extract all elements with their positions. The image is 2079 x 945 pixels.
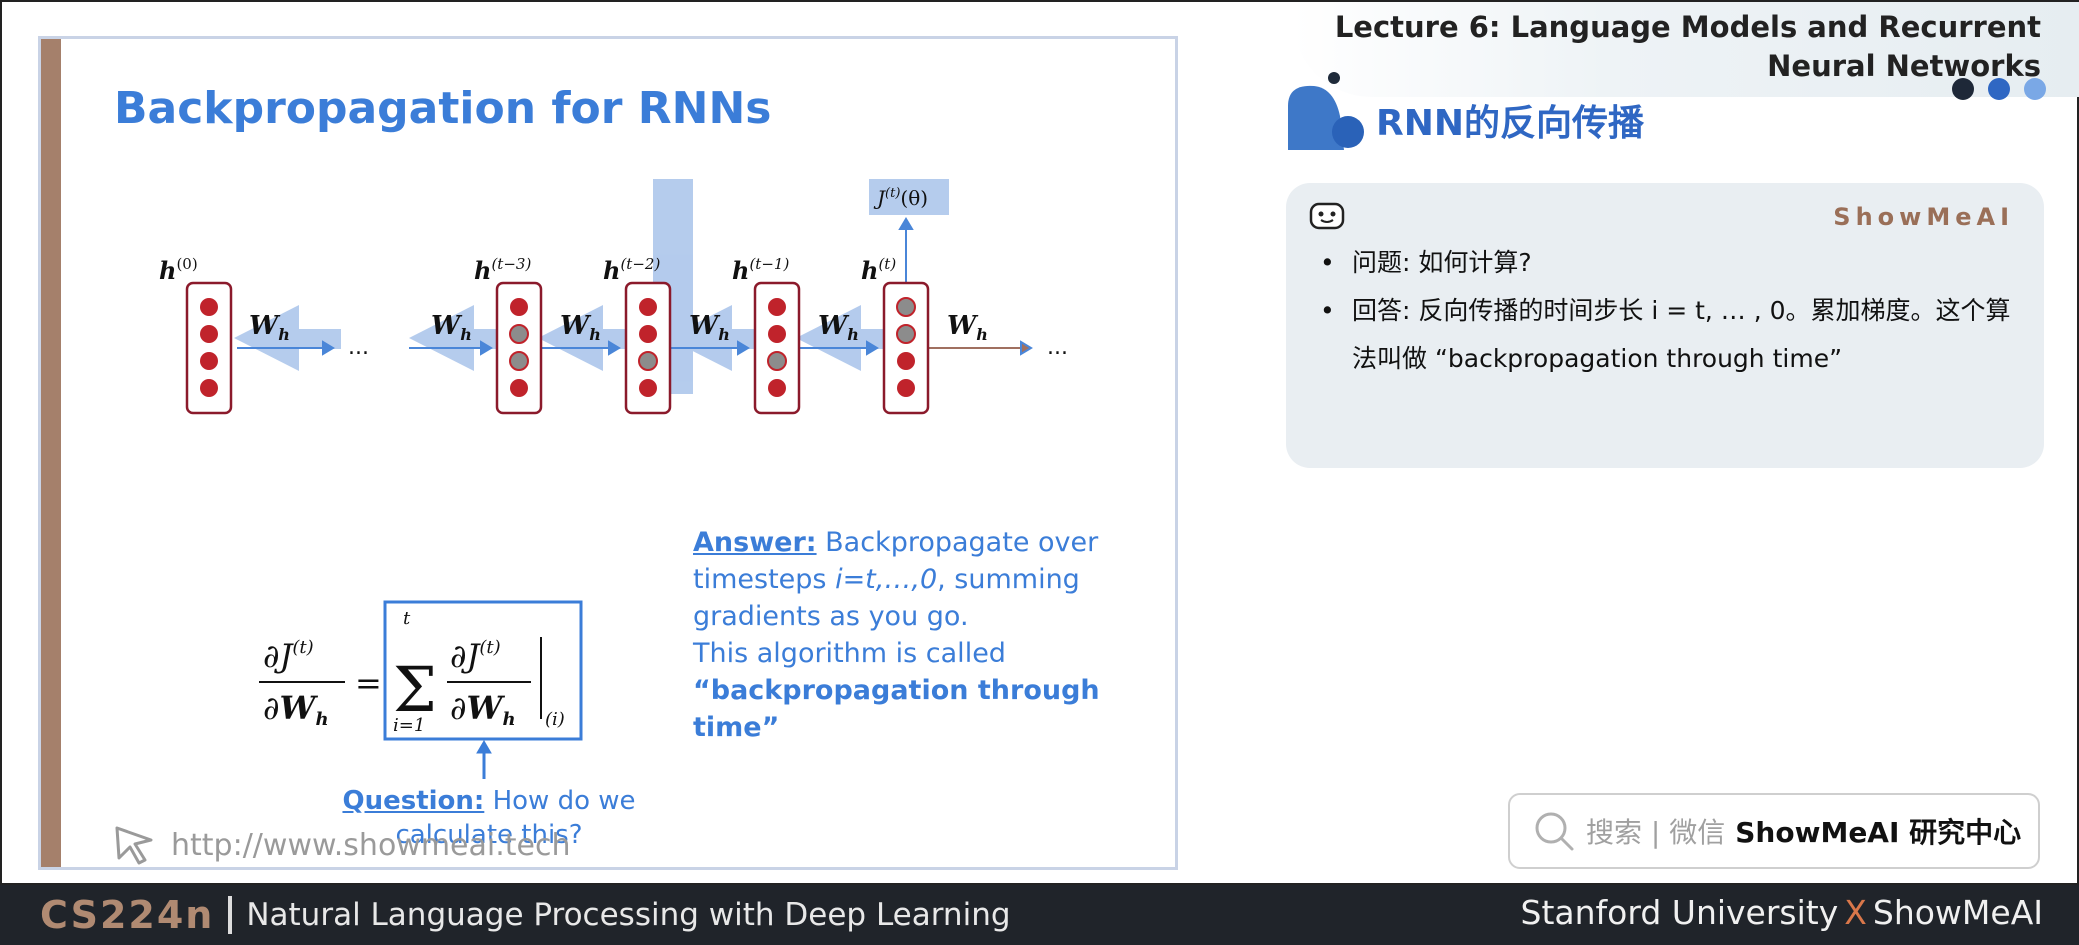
bullet-answer: 回答: 反向传播的时间步长 i = t, … , 0。累加梯度。这个算法叫做 “… — [1312, 287, 2012, 383]
search-box[interactable]: 搜索 | 微信 ShowMeAI 研究中心 — [1508, 793, 2040, 869]
footer-showmeai: ShowMeAI — [1872, 893, 2043, 932]
hidden-label-t-1: h(t−1) — [732, 255, 789, 285]
section-title: RNN的反向传播 — [1376, 103, 1644, 144]
hidden-state-t-3 — [495, 281, 543, 415]
section-decoration-icon — [1288, 72, 1364, 150]
question-head: Question: — [342, 786, 485, 816]
page-frame: Backpropagation for RNNs h(0) h(t−3) h(t… — [0, 0, 2079, 885]
footer-divider — [228, 896, 233, 934]
cursor-arrow-icon — [115, 826, 153, 865]
backprop-highlight — [234, 179, 949, 394]
hidden-state-t-1 — [753, 281, 801, 415]
footer-bar: CS224n Natural Language Processing with … — [0, 885, 2079, 945]
hidden-label-t: h(t) — [861, 255, 896, 285]
footer-brands: Stanford University X ShowMeAI — [1521, 893, 2043, 932]
card-brand: ShowMeAI — [1833, 203, 2014, 231]
footer-stanford: Stanford University — [1520, 893, 1839, 932]
ellipsis-right: ... — [1047, 335, 1068, 360]
loss-label: J(t)(θ) — [873, 186, 928, 210]
answer-line3: This algorithm is called — [693, 638, 1006, 669]
formula-numerator-left: ∂J(t) — [263, 637, 314, 675]
search-icon — [1535, 812, 1574, 851]
hidden-label-t-2: h(t−2) — [603, 255, 660, 285]
watermark-url: http://www.showmeai.tech — [171, 827, 571, 863]
hidden-state-0 — [185, 281, 233, 415]
weight-label-6: Wh — [947, 311, 988, 344]
hidden-label-0: h(0) — [159, 255, 198, 285]
robot-face-icon — [1309, 202, 1345, 230]
dot-light — [2024, 78, 2046, 100]
answer-text: Answer: Backpropagate over timesteps i=t… — [693, 524, 1153, 746]
search-brand: ShowMeAI 研究中心 — [1735, 816, 2022, 849]
explanation-card: ShowMeAI 问题: 如何计算? 回答: 反向传播的时间步长 i = t, … — [1286, 183, 2044, 468]
bullet-list: 问题: 如何计算? 回答: 反向传播的时间步长 i = t, … , 0。累加梯… — [1312, 239, 2012, 383]
footer-x: X — [1844, 893, 1867, 932]
ellipsis-left: ... — [348, 335, 369, 360]
answer-head: Answer: — [693, 527, 817, 558]
gradient-formula: ∂J(t) ∂Wh = t Σ i=1 ∂J(t) ∂Wh (i) — [259, 600, 583, 741]
answer-bold: “backpropagation through time” — [693, 675, 1100, 743]
header-dots — [1952, 78, 2046, 100]
sum-bottom: i=1 — [393, 715, 425, 736]
dot-dark — [1952, 78, 1974, 100]
course-name: Natural Language Processing with Deep Le… — [246, 897, 1011, 933]
question-arrow — [476, 740, 492, 779]
bullet-question: 问题: 如何计算? — [1312, 239, 2012, 287]
course-code: CS224n — [40, 893, 215, 937]
hidden-label-t-3: h(t−3) — [474, 255, 531, 285]
answer-var: i=t,…,0 — [835, 564, 938, 595]
dot-blue — [1988, 78, 2010, 100]
eval-sub: (i) — [545, 709, 565, 730]
search-hint: 搜索 | 微信 — [1586, 816, 1726, 849]
slide-panel: Backpropagation for RNNs h(0) h(t−3) h(t… — [38, 36, 1178, 870]
formula-denominator-left: ∂Wh — [263, 689, 329, 730]
formula-numerator-right: ∂J(t) — [450, 637, 501, 675]
hidden-state-t — [882, 281, 930, 415]
formula-equals: = — [355, 664, 382, 702]
hidden-state-t-2 — [624, 281, 672, 415]
watermark: http://www.showmeai.tech — [111, 822, 571, 867]
sum-top: t — [403, 608, 411, 629]
formula-denominator-right: ∂Wh — [450, 689, 516, 730]
